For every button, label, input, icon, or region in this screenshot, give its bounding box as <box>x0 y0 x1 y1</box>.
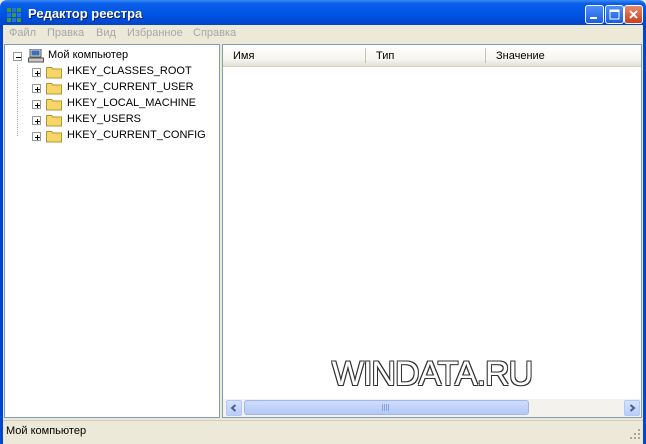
folder-icon <box>46 115 62 127</box>
maximize-icon <box>609 9 620 20</box>
status-text: Мой компьютер <box>6 425 87 437</box>
tree-item-label: HKEY_CURRENT_USER <box>67 81 194 93</box>
folder-icon <box>46 83 62 95</box>
folder-icon <box>46 67 62 79</box>
plus-icon <box>35 87 40 92</box>
tree-item-hkey-current-config[interactable]: HKEY_CURRENT_CONFIG <box>5 128 219 144</box>
watermark-text: WINDATA.RU <box>331 355 533 393</box>
expand-toggle[interactable] <box>32 132 41 141</box>
values-list-pane[interactable]: Имя Тип Значение WINDATA.RU <box>222 44 642 418</box>
menu-bar: Файл Правка Вид Избранное Справка <box>3 25 643 44</box>
folder-icon <box>46 99 62 111</box>
plus-icon <box>35 103 40 108</box>
collapse-toggle[interactable] <box>13 52 22 61</box>
menu-file[interactable]: Файл <box>9 27 36 39</box>
menu-help[interactable]: Справка <box>193 27 236 39</box>
expand-toggle[interactable] <box>32 68 41 77</box>
tree-item-label: HKEY_CURRENT_CONFIG <box>67 129 206 141</box>
plus-icon <box>35 71 40 76</box>
close-button[interactable] <box>624 5 643 24</box>
plus-icon <box>35 119 40 124</box>
expand-toggle[interactable] <box>32 100 41 109</box>
expand-toggle[interactable] <box>32 84 41 93</box>
column-header-label: Тип <box>376 50 395 62</box>
arrow-right-icon <box>629 404 636 412</box>
tree-item-label: HKEY_CLASSES_ROOT <box>67 65 192 77</box>
horizontal-scrollbar[interactable] <box>223 399 641 417</box>
registry-tree-pane[interactable]: Мой компьютер HKEY_CLASSES_ROOT HKEY_CUR… <box>4 44 220 418</box>
resize-grip-icon[interactable] <box>629 428 641 440</box>
arrow-left-icon <box>230 404 237 412</box>
column-header-type[interactable]: Тип <box>366 45 486 66</box>
plus-icon <box>35 135 40 140</box>
registry-editor-window: Редактор реестра Файл Правка Вид Избранн… <box>0 0 646 444</box>
scroll-right-button[interactable] <box>624 400 640 416</box>
tree-item-label: HKEY_LOCAL_MACHINE <box>67 97 196 109</box>
column-header-label: Значение <box>496 50 545 62</box>
tree-item-label: HKEY_USERS <box>67 113 141 125</box>
tree-item-hkey-users[interactable]: HKEY_USERS <box>5 112 219 128</box>
minus-icon <box>16 57 21 58</box>
tree-root-my-computer[interactable]: Мой компьютер <box>5 48 219 64</box>
column-header-label: Имя <box>233 50 255 62</box>
tree-item-hkey-local-machine[interactable]: HKEY_LOCAL_MACHINE <box>5 96 219 112</box>
folder-icon <box>46 131 62 143</box>
column-header-value[interactable]: Значение <box>486 45 641 66</box>
column-header-name[interactable]: Имя <box>223 45 366 66</box>
menu-favorites[interactable]: Избранное <box>127 27 183 39</box>
maximize-button[interactable] <box>605 5 624 24</box>
tree-item-hkey-current-user[interactable]: HKEY_CURRENT_USER <box>5 80 219 96</box>
window-title: Редактор реестра <box>28 6 143 21</box>
menu-view[interactable]: Вид <box>96 27 116 39</box>
status-bar: Мой компьютер <box>3 420 643 442</box>
menu-edit[interactable]: Правка <box>47 27 84 39</box>
regedit-app-icon <box>7 8 21 22</box>
scroll-left-button[interactable] <box>226 400 242 416</box>
minimize-button[interactable] <box>585 5 604 24</box>
computer-icon <box>28 49 44 63</box>
close-icon <box>629 10 638 19</box>
tree-item-hkey-classes-root[interactable]: HKEY_CLASSES_ROOT <box>5 64 219 80</box>
scroll-thumb[interactable] <box>244 400 529 415</box>
list-header: Имя Тип Значение <box>223 45 641 67</box>
expand-toggle[interactable] <box>32 116 41 125</box>
minimize-icon <box>590 17 597 19</box>
grip-lines-icon <box>382 404 389 411</box>
window-frame-left <box>0 29 3 444</box>
tree-root-label: Мой компьютер <box>48 49 129 61</box>
